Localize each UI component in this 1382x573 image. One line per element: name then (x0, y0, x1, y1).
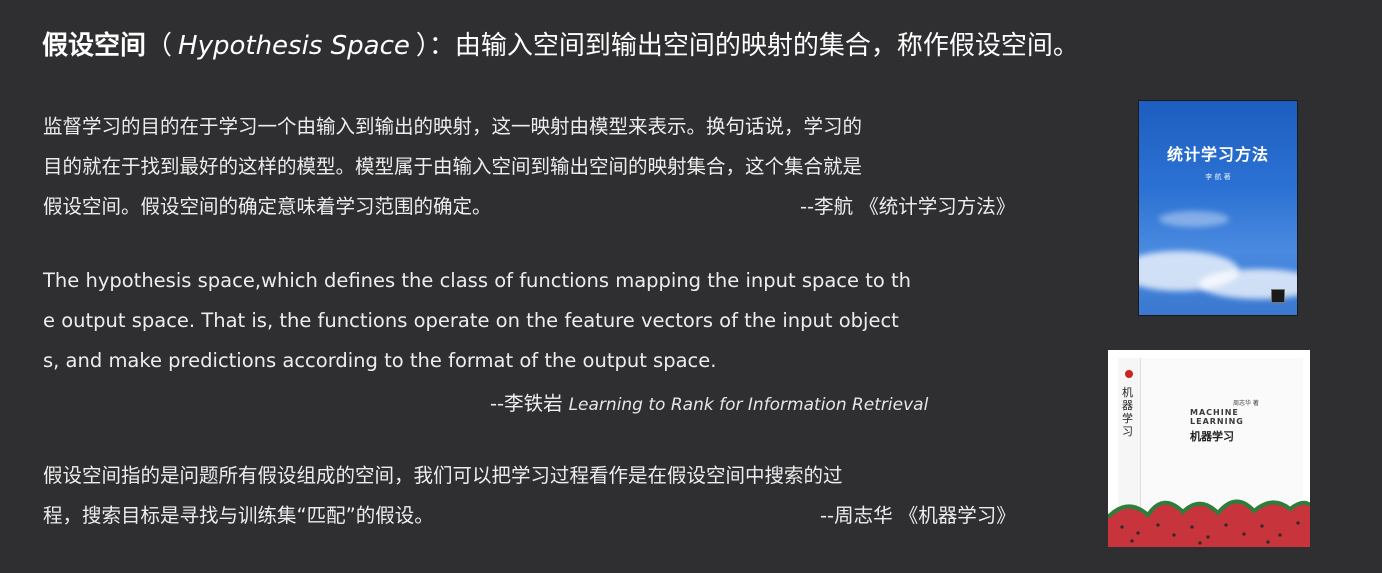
citation-li-hang: --李航 《统计学习方法》 (800, 195, 1016, 218)
book-english-title-line: LEARNING (1190, 417, 1244, 426)
citation-book-title: Learning to Rank for Information Retriev… (568, 395, 929, 415)
paragraph-line-text: 程，搜索目标是寻找与训练集“匹配”的假设。 (43, 504, 434, 527)
book-chinese-title: 机器学习 (1190, 430, 1234, 443)
book-author: 李 航 著 (1205, 173, 1231, 181)
citation-li-tieyan: --李铁岩 Learning to Rank for Information Re… (490, 386, 928, 423)
paragraph-line: The hypothesis space,which defines the c… (43, 269, 911, 292)
publisher-logo (1271, 289, 1285, 303)
paragraph-zhou-zhihua: 假设空间指的是问题所有假设组成的空间，我们可以把学习过程看作是在假设空间中搜索的… (43, 456, 1093, 536)
title-open-paren: （ (146, 31, 173, 61)
book-title: 统计学习方法 (1166, 145, 1269, 164)
spine-title: 机器学习 (1122, 386, 1133, 438)
book-cover-statistical-learning: 统计学习方法 李 航 著 (1138, 100, 1298, 316)
citation-zhou-zhihua: --周志华 《机器学习》 (820, 504, 1016, 527)
book-english-title: MACHINE LEARNING (1190, 408, 1244, 426)
paragraph-li-hang: 监督学习的目的在于学习一个由输入到输出的映射，这一映射由模型来表示。换句话说，学… (43, 107, 1093, 227)
paragraph-line: e output space. That is, the functions o… (43, 309, 899, 332)
book-english-title-line: MACHINE (1190, 408, 1239, 417)
title-close-paren: ） (415, 31, 429, 61)
paragraph-line-with-citation: 假设空间。假设空间的确定意味着学习范围的确定。 --李航 《统计学习方法》 (43, 187, 1093, 227)
book-cover-machine-learning: 机器学习 周志华 著 MACHINE LEARNING 机器学习 (1108, 350, 1310, 547)
paragraph-line: 目的就在于找到最好的这样的模型。模型属于由输入空间到输出空间的映射集合，这个集合… (43, 155, 863, 178)
title-definition: ：由输入空间到输出空间的映射的集合，称作假设空间。 (428, 31, 1079, 61)
book-author: 周志华 著 (1233, 400, 1259, 407)
paragraph-line: s, and make predictions according to the… (43, 349, 717, 372)
paragraph-line: 假设空间指的是问题所有假设组成的空间，我们可以把学习过程看作是在假设空间中搜索的… (43, 464, 843, 487)
citation-author: --李铁岩 (490, 392, 563, 415)
title-term: 假设空间 (42, 31, 147, 61)
watermelon-illustration (1108, 499, 1310, 547)
paragraph-line-with-citation: 程，搜索目标是寻找与训练集“匹配”的假设。 --周志华 《机器学习》 (43, 496, 1093, 536)
paragraph-line: 监督学习的目的在于学习一个由输入到输出的映射，这一映射由模型来表示。换句话说，学… (43, 115, 863, 138)
paragraph-line-text: 假设空间。假设空间的确定意味着学习范围的确定。 (43, 195, 492, 218)
title-english-term: Hypothesis Space (178, 31, 410, 61)
spine-logo (1125, 370, 1133, 378)
paragraph-english: The hypothesis space,which defines the c… (43, 261, 1093, 381)
slide-title: 假设空间（ Hypothesis Space ）：由输入空间到输出空间的映射的集合，… (42, 24, 1342, 68)
cloud-decoration (1159, 211, 1229, 227)
